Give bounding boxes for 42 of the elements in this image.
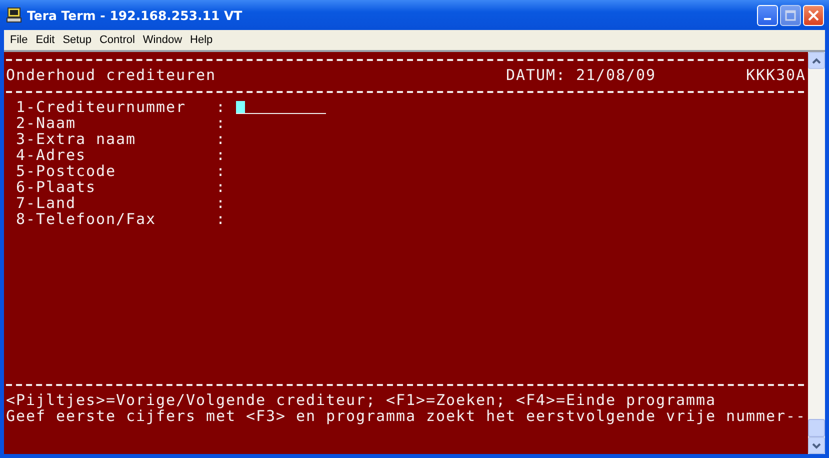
close-icon — [808, 10, 819, 20]
field-label: 8-Telefoon/Fax — [16, 211, 158, 227]
colon-text: : — [216, 195, 228, 211]
colon-text: : — [216, 179, 228, 195]
menu-item[interactable]: File — [6, 33, 32, 47]
scroll-thumb[interactable] — [808, 419, 825, 437]
caret-down-icon — [812, 442, 821, 448]
close-button[interactable] — [803, 4, 824, 26]
menu-item[interactable]: Edit — [32, 33, 59, 47]
colon-text: : — [216, 115, 228, 131]
field-label: 6-Plaats — [16, 179, 98, 195]
field-label: 2-Naam — [16, 115, 78, 131]
scroll-bar[interactable] — [808, 52, 825, 454]
maximize-button[interactable] — [780, 4, 801, 26]
menu-item[interactable]: Setup — [58, 33, 96, 47]
scroll-down-button[interactable] — [808, 437, 825, 454]
menu-item[interactable]: Window — [138, 33, 186, 47]
window-title: Tera Term - 192.168.253.11 VT — [27, 8, 244, 22]
help-text: <Pijltjes>=Vorige/Volgende crediteur; <F1>=Zoeken; <F4>=Einde programma — [6, 392, 718, 408]
colon-text: : — [216, 211, 228, 227]
minimize-icon — [764, 18, 771, 20]
menu-item[interactable]: Help — [186, 33, 217, 47]
minimize-button[interactable] — [757, 4, 778, 26]
colon-text: : — [216, 163, 228, 179]
scroll-up-button[interactable] — [808, 52, 825, 69]
colon-text: : — [216, 99, 228, 115]
field-label: 1-Crediteurnummer — [16, 99, 188, 115]
field-label: 7-Land — [16, 195, 78, 211]
maximize-icon — [785, 10, 796, 20]
field-label: 5-Postcode — [16, 163, 118, 179]
terminal-icon — [6, 7, 22, 23]
field-label: 4-Adres — [16, 147, 88, 163]
colon-text: : — [216, 147, 228, 163]
program-code: KKK30A — [746, 67, 806, 83]
menu-item[interactable]: Control — [95, 33, 139, 47]
caret-up-icon — [812, 58, 821, 64]
screen-title: Onderhoud crediteuren — [6, 67, 216, 83]
colon-text: : — [216, 131, 228, 147]
date-text: DATUM: 21/08/09 — [506, 67, 656, 83]
field-label: 3-Extra naam — [16, 131, 138, 147]
input-field[interactable] — [236, 100, 326, 114]
help-text: Geef eerste cijfers met <F3> en programma zoekt het eerstvolgende vrije nummer-- — [6, 408, 808, 424]
